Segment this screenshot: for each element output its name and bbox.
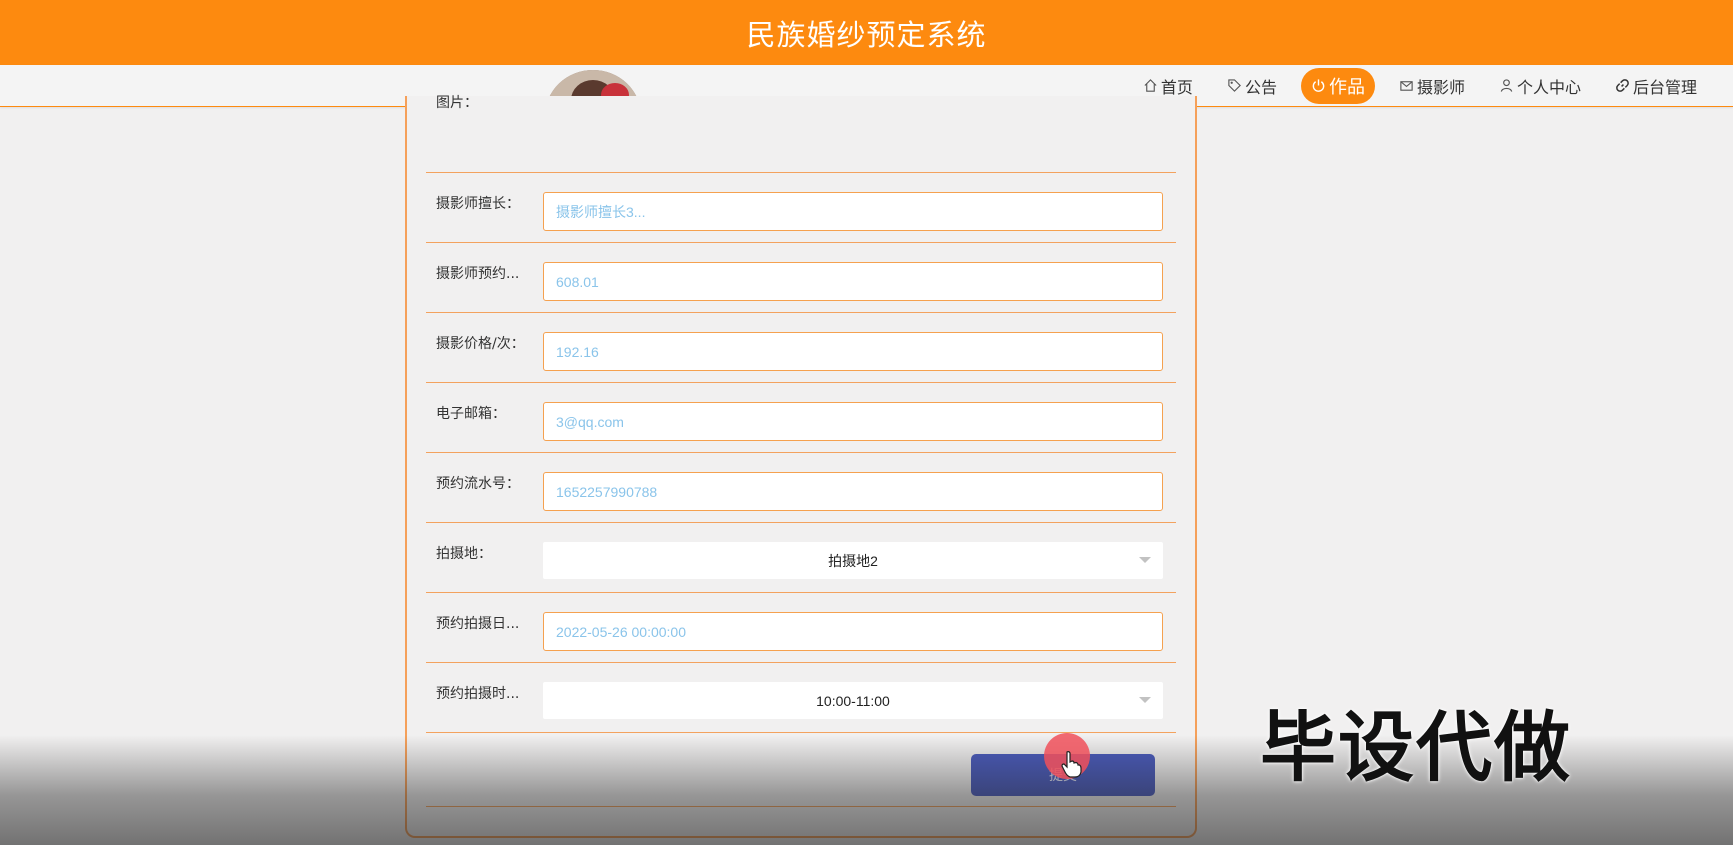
home-icon	[1144, 79, 1157, 92]
time-label: 预约拍摄时...	[436, 686, 520, 702]
date-input[interactable]	[543, 612, 1163, 651]
watermark-text: 毕设代做	[1260, 703, 1572, 792]
email-label: 电子邮箱：	[436, 406, 506, 422]
nav-label: 摄影师	[1416, 77, 1465, 97]
time-select[interactable]: 10:00-11:00	[543, 682, 1163, 719]
nav-item-photographer[interactable]: 摄影师	[1389, 68, 1475, 104]
form-row-email: 电子邮箱：	[426, 383, 1176, 453]
form-row-specialty: 摄影师擅长：	[426, 173, 1176, 243]
booking-form-card: 图片： 摄影师擅长： 摄影师预约... 摄影价格/次： 电子邮箱： 预约流水号：…	[405, 95, 1197, 838]
form-row-booking: 摄影师预约...	[426, 243, 1176, 313]
power-icon	[1312, 79, 1325, 92]
specialty-label: 摄影师擅长：	[436, 196, 520, 212]
specialty-input[interactable]	[543, 192, 1163, 231]
form-row-location: 拍摄地： 拍摄地2	[426, 523, 1176, 593]
mail-icon	[1400, 81, 1413, 91]
top-header: 民族婚纱预定系统	[0, 0, 1733, 65]
nav-label: 公告	[1244, 77, 1277, 97]
nav-item-admin[interactable]: 后台管理	[1605, 68, 1707, 104]
price-label: 摄影价格/次：	[436, 336, 525, 352]
form-row-date: 预约拍摄日...	[426, 593, 1176, 663]
form-row-serial: 预约流水号：	[426, 453, 1176, 523]
form-row-time: 预约拍摄时... 10:00-11:00	[426, 663, 1176, 733]
nav-label: 作品	[1328, 76, 1365, 98]
user-icon	[1500, 79, 1513, 92]
nav-item-notice[interactable]: 公告	[1217, 68, 1287, 104]
nav-item-works[interactable]: 作品	[1300, 67, 1375, 104]
price-input[interactable]	[543, 332, 1163, 371]
nav-label: 后台管理	[1632, 77, 1697, 97]
booking-label: 摄影师预约...	[436, 266, 520, 282]
serial-label: 预约流水号：	[436, 476, 520, 492]
image-label: 图片：	[436, 95, 478, 111]
nav-label: 个人中心	[1516, 77, 1581, 97]
site-title: 民族婚纱预定系统	[746, 17, 987, 52]
caret-down-icon	[1139, 697, 1151, 703]
serial-input[interactable]	[543, 472, 1163, 511]
form-row-image: 图片：	[426, 95, 1176, 173]
location-value: 拍摄地2	[828, 552, 878, 569]
nav-item-personal-center[interactable]: 个人中心	[1489, 68, 1591, 104]
date-label: 预约拍摄日...	[436, 616, 520, 632]
email-input[interactable]	[543, 402, 1163, 441]
form-row-price: 摄影价格/次：	[426, 313, 1176, 383]
location-select[interactable]: 拍摄地2	[543, 542, 1163, 579]
time-value: 10:00-11:00	[816, 692, 890, 709]
link-icon	[1616, 79, 1629, 92]
tag-icon	[1228, 79, 1241, 92]
booking-input[interactable]	[543, 262, 1163, 301]
nav-label: 首页	[1160, 77, 1193, 97]
caret-down-icon	[1139, 557, 1151, 563]
location-label: 拍摄地：	[436, 546, 492, 562]
hand-cursor-icon	[1061, 751, 1082, 778]
